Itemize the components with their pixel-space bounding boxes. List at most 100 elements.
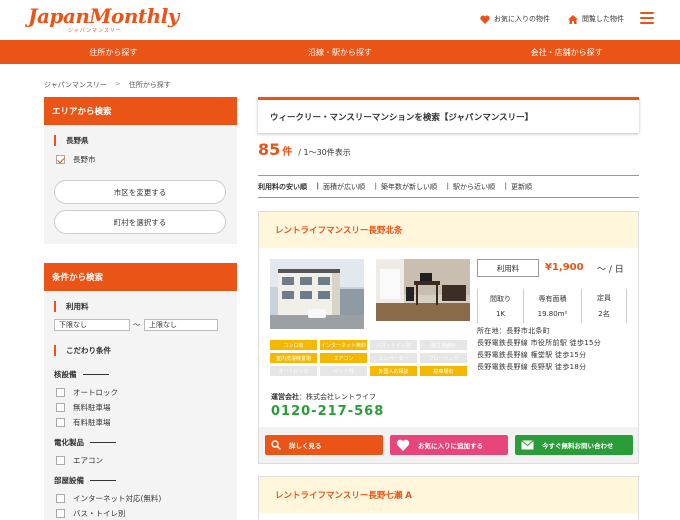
heart-icon (396, 439, 410, 451)
feature-tag: オートロック (270, 366, 317, 376)
checkbox[interactable] (56, 456, 65, 465)
mail-icon (521, 440, 534, 450)
area-search-panel: エリアから検索 長野県 長野市 市区を変更する 町村を選択する (44, 97, 237, 244)
details-button-label: 詳しく見る (289, 442, 322, 450)
address: 所在地：長野市北条町 (477, 327, 550, 335)
range-separator: 〜 (133, 321, 140, 329)
add-favorite-button-label: お気に入りに追加する (418, 442, 483, 450)
heart-icon (480, 15, 490, 24)
checkbox[interactable] (56, 403, 65, 412)
site-header: JapanMonthly ジャパンマンスリー お気に入りの物件 閲覧した物件 (0, 0, 680, 40)
result-count: 85 件 / 1〜30件表示 (258, 140, 351, 159)
sort-price[interactable]: 利用料の安い順 (258, 182, 319, 192)
nav-line-station-search[interactable]: 沿線・駅から探す (227, 40, 454, 64)
inquiry-button-label: 今すぐ無料お問い合わせ (542, 442, 614, 450)
phone-number[interactable]: 0120-217-568 (271, 404, 384, 419)
min-fee-select[interactable]: 下限なし (54, 319, 130, 331)
group-title-room: 部屋設備 (54, 475, 116, 486)
checkbox[interactable] (56, 388, 65, 397)
details-button[interactable]: 詳しく見る (265, 435, 383, 455)
checkbox-label: オートロック (73, 388, 118, 397)
hamburger-menu-icon[interactable] (640, 12, 654, 26)
house-icon (568, 14, 578, 24)
listing-title[interactable]: レントライフマンスリー長野北条 (259, 212, 638, 248)
checkbox-label: 有料駐車場 (73, 418, 111, 427)
city-checkbox[interactable] (56, 155, 65, 164)
listing-card: レントライフマンスリー長野七瀬 A (258, 476, 639, 520)
feature-tag: バス・トイレ別 (370, 340, 417, 350)
max-fee-select[interactable]: 上限なし (144, 319, 218, 331)
spec-label: 定員 (597, 294, 611, 302)
exterior-photo[interactable] (270, 259, 364, 329)
listing-title[interactable]: レントライフマンスリー長野七瀬 A (259, 477, 638, 513)
spec-label: 間取り (490, 295, 511, 303)
spec-capacity: 定員 2名 (581, 289, 627, 323)
sort-age[interactable]: 築年数が新しい順 (381, 182, 449, 192)
feature-tag: 外国人応相談 (370, 366, 417, 376)
add-favorite-button[interactable]: お気に入りに追加する (390, 435, 508, 455)
logo-subtext: ジャパンマンスリー (68, 28, 122, 34)
operating-company: 運営会社：株式会社レントライフ (271, 392, 376, 402)
breadcrumb: ジャパンマンスリー > 住所から探す (44, 80, 171, 90)
main-nav: 住所から探す 沿線・駅から探す 会社・店舗から探す (0, 40, 680, 64)
area-search-title: エリアから検索 (44, 97, 237, 125)
favorites-link[interactable]: お気に入りの物件 (480, 14, 550, 24)
change-city-button[interactable]: 市区を変更する (54, 180, 226, 204)
result-count-number: 85 (258, 140, 281, 159)
fee-label: 利用料 (477, 259, 539, 277)
checkbox[interactable] (56, 418, 65, 427)
access-line: 長野電鉄長野線 権堂駅 徒歩15分 (477, 351, 587, 359)
site-logo[interactable]: JapanMonthly ジャパンマンスリー (28, 4, 179, 34)
sort-options: 利用料の安い順 面積が広い順 築年数が新しい順 駅から近い順 更新順 (258, 175, 639, 198)
nav-company-search[interactable]: 会社・店舗から探す (453, 40, 680, 64)
checkbox-row-aircon[interactable]: エアコン (56, 455, 103, 466)
breadcrumb-current: 住所から探す (128, 81, 171, 89)
feature-tag: ペット可 (320, 366, 367, 376)
fee-value: ¥1,900 (545, 262, 584, 273)
room-image (376, 259, 470, 321)
result-range: / 1〜30件表示 (298, 148, 351, 157)
feature-tag: インターネット無料 (320, 340, 367, 350)
spec-area: 専有面積 19.80m² (523, 289, 581, 323)
select-town-button[interactable]: 町村を選択する (54, 210, 226, 234)
checkbox-row-internet[interactable]: インターネット対応(無料) (56, 493, 161, 504)
company-label: 運営会社 (271, 393, 299, 401)
favorites-label: お気に入りの物件 (494, 15, 550, 23)
search-icon (271, 440, 281, 450)
sort-area[interactable]: 面積が広い順 (323, 182, 377, 192)
feature-tag: コンロ有 (270, 340, 317, 350)
viewed-link[interactable]: 閲覧した物件 (568, 14, 624, 24)
city-checkbox-row[interactable]: 長野市 (56, 154, 96, 165)
spec-label: 専有面積 (538, 295, 567, 303)
building-image (270, 259, 364, 329)
condition-search-panel: 条件から検索 利用料 下限なし 〜 上限なし こだわり条件 核設備 オートロック… (44, 263, 237, 520)
inquiry-button[interactable]: 今すぐ無料お問い合わせ (515, 435, 633, 455)
feature-tag: 室内洗濯機置場 (270, 353, 317, 363)
checkbox-label: バス・トイレ別 (73, 509, 126, 518)
fee-filter-label: 利用料 (54, 301, 89, 312)
nav-address-search[interactable]: 住所から探す (0, 40, 227, 64)
breadcrumb-separator: > (114, 80, 121, 88)
viewed-label: 閲覧した物件 (582, 15, 624, 23)
city-label: 長野市 (73, 155, 96, 164)
spec-value: 2名 (598, 310, 610, 318)
listing-actions: 詳しく見る お気に入りに追加する 今すぐ無料お問い合わせ (259, 427, 638, 463)
breadcrumb-home[interactable]: ジャパンマンスリー (44, 80, 107, 90)
checkbox-row-autolock[interactable]: オートロック (56, 387, 118, 398)
interior-photo[interactable] (376, 259, 470, 321)
listing-card: レントライフマンスリー長野北条 コンロ有 インターネット無料 バス・トイレ別 独… (258, 211, 639, 464)
result-count-unit: 件 (282, 147, 293, 158)
checkbox-row-free-parking[interactable]: 無料駐車場 (56, 402, 111, 413)
sort-station[interactable]: 駅から近い順 (453, 182, 507, 192)
sort-updated[interactable]: 更新順 (511, 182, 540, 192)
condition-search-title: 条件から検索 (44, 263, 237, 291)
group-title-appliances: 電化製品 (54, 437, 116, 448)
feature-tag: フローリング (420, 353, 467, 363)
checkbox[interactable] (56, 494, 65, 503)
feature-tag: 独立洗面台 (420, 340, 467, 350)
features-label: こだわり条件 (54, 345, 111, 356)
checkbox-row-bath-toilet[interactable]: バス・トイレ別 (56, 508, 126, 519)
checkbox-label: 無料駐車場 (73, 403, 111, 412)
checkbox[interactable] (56, 509, 65, 518)
checkbox-row-paid-parking[interactable]: 有料駐車場 (56, 417, 111, 428)
